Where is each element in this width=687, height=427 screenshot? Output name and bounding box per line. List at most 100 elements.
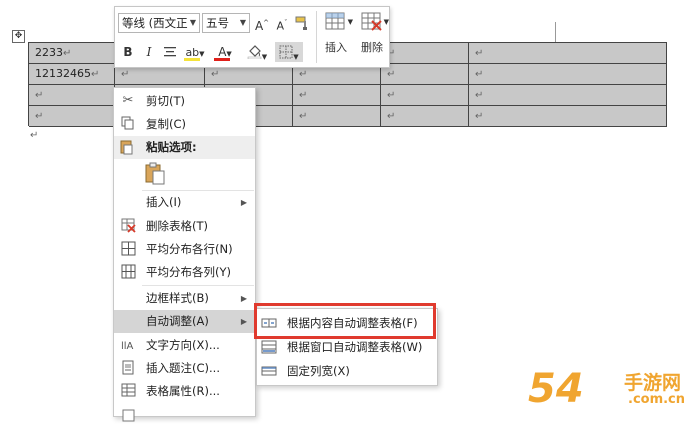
italic-button[interactable]: I [139,42,159,62]
delete-table-icon [361,12,382,31]
font-name-value: 等线 (西文正 [122,16,188,30]
table-cell[interactable]: ↵ [469,43,667,63]
cell-text: 12132465 [35,67,91,80]
font-color-button[interactable]: A▼ [211,42,239,62]
menu-item-distribute-columns[interactable]: 平均分布各列(Y) [114,261,255,284]
cell-end-mark: ↵ [299,90,308,101]
menu-item-label: 平均分布各行(N) [146,242,233,256]
table-cell[interactable]: ↵ [469,106,667,126]
bold-button[interactable]: B [118,42,138,62]
cell-end-mark: ↵ [91,69,100,80]
table-cell[interactable]: ↵ [381,85,469,105]
menu-item-label: 复制(C) [146,117,187,131]
fixed-column-width-icon [261,364,277,378]
center-align-button[interactable] [160,42,180,62]
paste-options-header: 粘贴选项: [114,136,255,159]
insert-table-button[interactable]: ▼ 插入 [319,10,353,64]
cell-end-mark: ↵ [63,48,72,59]
cell-end-mark: ↵ [121,69,130,80]
menu-item-label: 平均分布各列(Y) [146,265,231,279]
menu-item-text-direction[interactable]: llA 文字方向(X)... [114,334,255,357]
align-center-icon [164,47,176,57]
site-watermark: 54 手游网 .com.cn [528,366,686,412]
font-color-bar [214,58,230,61]
table-properties-icon [120,383,136,399]
menu-item-label: 表格属性(R)... [146,384,220,398]
scissors-icon: ✂ [122,93,134,108]
watermark-brand: 手游网 [624,372,682,394]
menu-item-insert[interactable]: 插入(I) ▶ [114,191,255,214]
table-cell[interactable]: ↵ [381,64,469,84]
table-cell[interactable]: ↵ [29,106,115,126]
chevron-down-icon: ▼ [239,18,246,27]
distribute-columns-icon [120,264,136,280]
table-cell[interactable]: ↵ [29,85,115,105]
table-cell[interactable]: ↵ [293,85,381,105]
cell-end-mark: ↵ [475,111,484,122]
menu-item-table-properties[interactable]: 表格属性(R)... [114,380,255,403]
menu-item-label: 剪切(T) [146,94,185,108]
cell-end-mark: ↵ [299,69,308,80]
table-cell[interactable]: ↵ [381,106,469,126]
font-size-select[interactable]: 五号 ▼ [202,13,250,33]
paste-options-label: 粘贴选项: [146,140,197,154]
grow-font-button[interactable]: A^ [252,13,272,33]
menu-item-cut[interactable]: ✂ 剪切(T) [114,90,255,113]
menu-item-label: 自动调整(A) [146,314,209,328]
font-size-value: 五号 [206,16,229,30]
format-painter-icon [295,16,307,30]
table-cell[interactable]: 12132465↵ [29,64,115,84]
font-name-select[interactable]: 等线 (西文正 ▼ [118,13,200,33]
chevron-down-icon: ▼ [189,18,196,27]
margin-corner-mark [555,22,556,42]
format-painter-button[interactable] [292,13,312,33]
menu-item-partial[interactable] [114,404,255,427]
menu-item-autofit[interactable]: 自动调整(A) ▶ [114,310,255,333]
insert-caption-icon [120,360,136,376]
menu-item-label: 删除表格(T) [146,219,208,233]
highlight-color-bar [184,58,200,61]
text-direction-icon: llA [120,337,136,353]
borders-icon [279,45,293,59]
table-cell[interactable]: 2233↵ [29,43,115,63]
menu-item-copy[interactable]: 复制(C) [114,113,255,136]
table-cell[interactable]: ↵ [469,85,667,105]
delete-table-button[interactable]: ▼ 删除 [355,10,389,64]
chevron-right-icon: ▶ [240,317,247,326]
menu-item-label: 边框样式(B) [146,291,209,305]
paste-keep-text-button[interactable] [144,162,166,186]
menu-item-label: 插入题注(C)... [146,361,220,375]
paragraph-mark: ↵ [30,130,39,141]
menu-item-delete-table[interactable]: 删除表格(T) [114,215,255,238]
chevron-right-icon: ▶ [240,198,247,207]
menu-item-label: 插入(I) [146,195,182,209]
cell-end-mark: ↵ [475,69,484,80]
delete-table-icon [120,218,136,234]
borders-button[interactable]: ▼ [275,42,303,62]
submenu-item-fixed-column-width[interactable]: 固定列宽(X) [257,360,437,383]
watermark-url: .com.cn [628,392,686,407]
cell-end-mark: ↵ [35,111,44,122]
table-cell[interactable]: ↵ [381,43,469,63]
delete-label: 删除 [361,41,383,54]
table-cell[interactable]: ↵ [469,64,667,84]
cell-end-mark: ↵ [387,69,396,80]
shading-button[interactable]: ▼ [243,42,271,62]
context-menu: ✂ 剪切(T) 复制(C) 粘贴选项: 插入(I) ▶ 删除表格(T) 平均分布… [113,87,256,422]
submenu-item-autofit-window[interactable]: 根据窗口自动调整表格(W) [257,336,437,359]
menu-item-distribute-rows[interactable]: 平均分布各行(N) [114,238,255,261]
menu-item-label: 文字方向(X)... [146,338,220,352]
cell-text: 2233 [35,46,63,59]
shrink-font-button[interactable]: Aˇ [272,13,292,33]
menu-item-border-styles[interactable]: 边框样式(B) ▶ [114,287,255,310]
table-move-handle[interactable]: ✥ [12,30,25,43]
table-cell[interactable]: ↵ [293,106,381,126]
watermark-number: 54 [528,366,584,412]
cell-end-mark: ↵ [211,69,220,80]
copy-icon [120,116,136,132]
menu-item-insert-caption[interactable]: 插入题注(C)... [114,357,255,380]
highlight-color-button[interactable]: ab▼ [181,42,209,62]
paste-icon [120,139,134,158]
chevron-right-icon: ▶ [240,294,247,303]
cell-end-mark: ↵ [475,48,484,59]
